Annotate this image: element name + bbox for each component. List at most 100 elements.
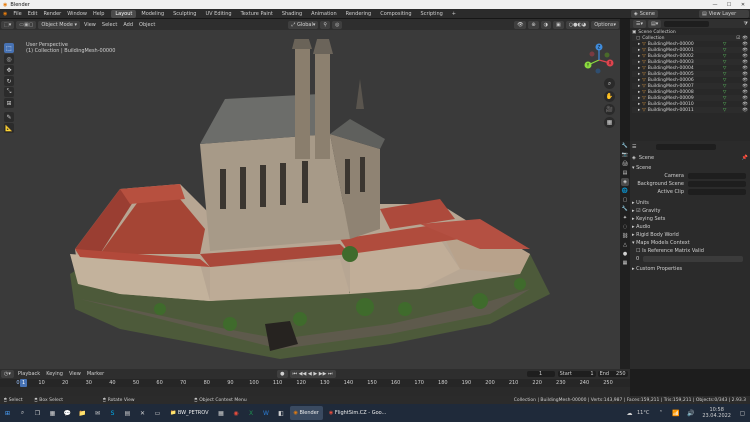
eye-icon[interactable]: 👁 — [742, 96, 748, 101]
keying-sets-panel-header[interactable]: ▸ Keying Sets — [632, 215, 748, 223]
visibility-icon[interactable]: 👁 — [514, 20, 527, 29]
record-button[interactable]: ● — [277, 370, 288, 378]
editor-type-button[interactable]: ⬚▾ — [1, 20, 15, 29]
transform-orientation-dropdown[interactable]: ⤢ Global ▾ — [288, 20, 319, 29]
file-explorer-icon[interactable]: 📁 — [76, 408, 89, 419]
tab-rendering[interactable]: Rendering — [342, 10, 376, 18]
windows-start-icon[interactable]: ⊞ — [1, 408, 14, 419]
tool-tab-icon[interactable]: 🔧 — [621, 142, 629, 150]
skype-icon[interactable]: S — [106, 408, 119, 419]
eye-icon[interactable]: 👁 — [742, 42, 748, 47]
playhead[interactable]: 1 — [20, 379, 28, 387]
clock[interactable]: 10:58 23.04.2022 — [702, 407, 731, 419]
minimize-button[interactable]: — — [708, 2, 722, 8]
eye-icon[interactable]: 👁 — [742, 48, 748, 53]
proportional-edit-toggle[interactable]: ◎ — [332, 20, 343, 29]
mail-icon[interactable]: ✉ — [91, 408, 104, 419]
camera-view-icon[interactable]: 🎥 — [604, 104, 615, 115]
camera-field[interactable] — [688, 173, 746, 179]
navigation-gizmo[interactable]: X Y Z — [582, 43, 616, 77]
active-clip-field[interactable] — [688, 189, 746, 195]
world-tab-icon[interactable]: 🌐 — [621, 187, 629, 195]
reference-matrix-checkbox[interactable]: ☐ — [636, 248, 640, 254]
expand-arrow-icon[interactable]: ▸ — [638, 90, 640, 95]
shading-mode-buttons[interactable]: ○●◐◕ — [565, 20, 590, 29]
viewport-menu-select[interactable]: Select — [99, 22, 120, 28]
maps-models-context-panel-header[interactable]: ▾ Maps Models Context — [632, 239, 748, 247]
start-frame-field[interactable]: Start 1 — [557, 371, 596, 377]
volume-icon[interactable]: 🔊 — [684, 408, 697, 419]
menu-render[interactable]: Render — [40, 11, 64, 17]
eye-icon[interactable]: 👁 — [742, 72, 748, 77]
cursor-tool[interactable]: ◎ — [4, 54, 14, 64]
object-mode-dropdown[interactable]: Object Mode ▾ — [38, 20, 81, 29]
expand-arrow-icon[interactable]: ▸ — [638, 60, 640, 65]
expand-arrow-icon[interactable]: ▸ — [638, 78, 640, 83]
eye-icon[interactable]: 👁 — [742, 84, 748, 89]
output-tab-icon[interactable]: 🖨 — [621, 160, 629, 168]
eye-icon[interactable]: 👁 — [742, 36, 748, 41]
modifier-tab-icon[interactable]: 🔧 — [621, 205, 629, 213]
options-dropdown[interactable]: Options ▾ — [591, 20, 619, 29]
timeline-editor-type[interactable]: ◷▾ — [1, 370, 14, 378]
expand-arrow-icon[interactable]: ▸ — [638, 54, 640, 59]
gizmo-toggle[interactable]: ⊕ — [528, 20, 539, 29]
tv-icon[interactable]: ▭ — [151, 408, 164, 419]
add-workspace-button[interactable]: + — [448, 10, 460, 18]
menu-window[interactable]: Window — [64, 11, 90, 17]
rotate-tool[interactable]: ↻ — [4, 76, 14, 86]
taskbar-app-bw-petrov[interactable]: 📁 BW_PETROV — [166, 406, 213, 420]
expand-arrow-icon[interactable]: ▸ — [638, 42, 640, 47]
render-tab-icon[interactable]: 📷 — [621, 151, 629, 159]
timeline-menu-view[interactable]: View — [66, 371, 84, 377]
eye-icon[interactable]: 👁 — [742, 108, 748, 113]
3d-viewport[interactable]: ⬚▾ ▭▣▢ Object Mode ▾ View Select Add Obj… — [0, 19, 620, 369]
view-layer-tab-icon[interactable]: ▤ — [621, 169, 629, 177]
rigid-body-world-panel-header[interactable]: ▸ Rigid Body World — [632, 231, 748, 239]
tab-layout[interactable]: Layout — [111, 9, 137, 18]
taskbar-app-chrome[interactable]: ◉ FlightSim.CZ - Goo... — [325, 406, 391, 420]
filter-icon[interactable]: ⧩ — [744, 21, 748, 27]
timeline-menu-keying[interactable]: Keying — [43, 371, 66, 377]
physics-tab-icon[interactable]: ◌ — [621, 223, 629, 231]
view-layer-selector[interactable]: ▤ View Layer — [699, 9, 749, 18]
timeline-ruler[interactable]: 0 10 20 30 40 50 60 70 80 90 100 110 120 130 140 150 160… — [0, 379, 630, 387]
gravity-checkbox[interactable]: ☑ — [636, 208, 640, 214]
viewport-menu-object[interactable]: Object — [136, 22, 158, 28]
eye-icon[interactable]: 👁 — [742, 78, 748, 83]
pin-icon[interactable]: 📌 — [742, 155, 748, 161]
scene-panel-header[interactable]: ▾ Scene — [632, 164, 748, 172]
custom-properties-panel-header[interactable]: ▸ Custom Properties — [632, 265, 748, 273]
playback-controls[interactable]: ⏮ ◀◀ ◀ ▶ ▶▶ ⏭ — [289, 370, 336, 378]
blender-menu-icon[interactable]: ◉ — [0, 11, 10, 17]
scene-selector[interactable]: ◈ Scene — [630, 9, 658, 18]
data-tab-icon[interactable]: △ — [621, 241, 629, 249]
app-icon-2[interactable]: ◧ — [275, 408, 288, 419]
tab-animation[interactable]: Animation — [307, 10, 341, 18]
tab-texture-paint[interactable]: Texture Paint — [237, 10, 277, 18]
units-panel-header[interactable]: ▸ Units — [632, 199, 748, 207]
select-mode-icons[interactable]: ▭▣▢ — [16, 20, 37, 29]
tab-sculpting[interactable]: Sculpting — [169, 10, 200, 18]
timeline-menu-marker[interactable]: Marker — [84, 371, 107, 377]
outliner-search-input[interactable] — [664, 20, 710, 27]
tab-shading[interactable]: Shading — [278, 10, 306, 18]
app-icon-1[interactable]: ▦ — [215, 408, 228, 419]
expand-arrow-icon[interactable]: ▸ — [638, 96, 640, 101]
expand-arrow-icon[interactable]: ▸ — [638, 108, 640, 113]
gravity-panel-header[interactable]: ▸ ☑ Gravity — [632, 207, 748, 215]
menu-help[interactable]: Help — [90, 11, 107, 17]
audio-panel-header[interactable]: ▸ Audio — [632, 223, 748, 231]
outliner-object-row[interactable]: ▸ ▽ BuildingMesh-00011 ▽ 👁 — [632, 107, 748, 113]
tab-uv-editing[interactable]: UV Editing — [201, 10, 235, 18]
annotate-tool[interactable]: ✎ — [4, 112, 14, 122]
overlay-toggle[interactable]: ◑ — [540, 20, 551, 29]
scene-tab-icon[interactable]: ◈ — [621, 178, 629, 186]
taskbar-app-blender[interactable]: ◉ Blender — [289, 406, 323, 420]
search-icon[interactable]: ⌕ — [16, 408, 29, 419]
xbox-icon[interactable]: ✕ — [136, 408, 149, 419]
eye-icon[interactable]: 👁 — [742, 102, 748, 107]
transform-tool[interactable]: ⊞ — [4, 98, 14, 108]
expand-arrow-icon[interactable]: ▸ — [638, 72, 640, 77]
eye-icon[interactable]: 👁 — [742, 90, 748, 95]
